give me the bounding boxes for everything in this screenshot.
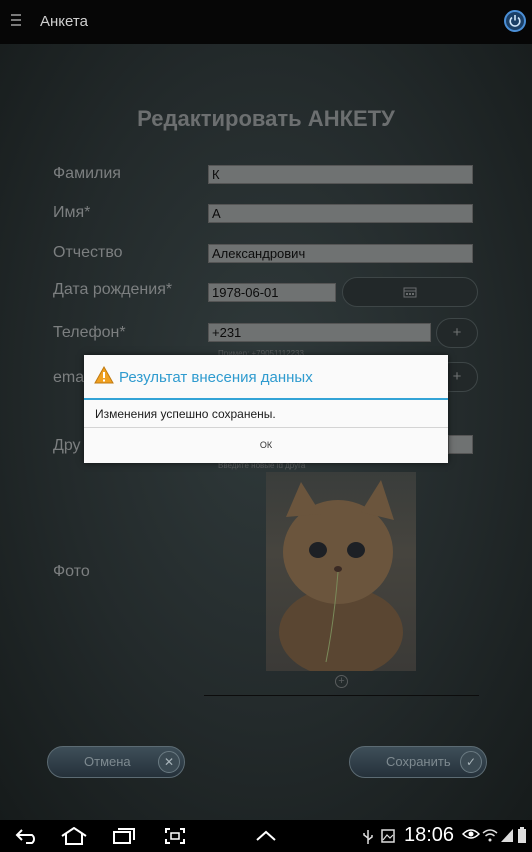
email-label: ema <box>53 369 85 386</box>
kitten-photo[interactable] <box>266 472 416 671</box>
surname-field[interactable]: К <box>208 165 473 184</box>
close-icon: ✕ <box>158 751 180 773</box>
friends-label: Дру <box>53 437 81 454</box>
phone-field[interactable]: +231 <box>208 323 431 342</box>
cancel-button[interactable]: Отмена ✕ <box>47 746 185 778</box>
gallery-icon <box>381 829 395 843</box>
warning-icon <box>94 366 114 384</box>
name-label: Имя* <box>53 204 91 221</box>
ok-button[interactable]: ОК <box>84 428 448 463</box>
surname-label: Фамилия <box>53 165 121 182</box>
check-icon: ✓ <box>460 751 482 773</box>
menu-icon[interactable] <box>11 14 21 28</box>
dialog-message: Изменения успешно сохранены. <box>95 407 276 421</box>
dialog-title: Результат внесения данных <box>119 369 313 386</box>
add-photo-button[interactable]: + <box>335 675 348 688</box>
add-phone-button[interactable]: + <box>436 318 478 348</box>
kitten-image <box>279 480 403 671</box>
friends-field[interactable] <box>448 435 473 454</box>
home-icon[interactable] <box>60 827 88 845</box>
save-label: Сохранить <box>386 754 451 769</box>
screenshot-icon[interactable] <box>164 827 186 845</box>
chevron-up-icon[interactable] <box>255 830 277 842</box>
battery-icon <box>518 827 526 843</box>
app-title: Анкета <box>40 13 88 30</box>
birthdate-label: Дата рождения* <box>53 281 173 298</box>
name-field[interactable]: А <box>208 204 473 223</box>
system-bar: 18:06 <box>0 820 532 852</box>
dialog-header: Результат внесения данных <box>84 355 448 399</box>
calendar-icon <box>403 287 417 298</box>
phone-label: Телефон* <box>53 324 126 341</box>
photo-label: Фото <box>53 563 90 580</box>
wifi-icon <box>482 829 498 842</box>
date-picker-button[interactable] <box>342 277 478 307</box>
recent-apps-icon[interactable] <box>112 827 136 845</box>
eye-icon <box>462 829 480 839</box>
dialog-title-divider <box>84 398 448 400</box>
result-dialog: Результат внесения данных Изменения успе… <box>84 355 448 463</box>
save-button[interactable]: Сохранить ✓ <box>349 746 487 778</box>
power-icon[interactable] <box>504 10 526 32</box>
clock: 18:06 <box>404 824 455 846</box>
birthdate-field[interactable]: 1978-06-01 <box>208 283 336 302</box>
back-icon[interactable] <box>14 827 40 845</box>
page-title: Редактировать АНКЕТУ <box>137 106 395 131</box>
cancel-label: Отмена <box>84 754 131 769</box>
signal-icon <box>501 829 513 842</box>
patronymic-label: Отчество <box>53 244 123 261</box>
patronymic-field[interactable]: Александрович <box>208 244 473 263</box>
divider <box>204 695 479 696</box>
usb-icon <box>363 830 373 844</box>
action-bar: Анкета <box>0 0 532 44</box>
